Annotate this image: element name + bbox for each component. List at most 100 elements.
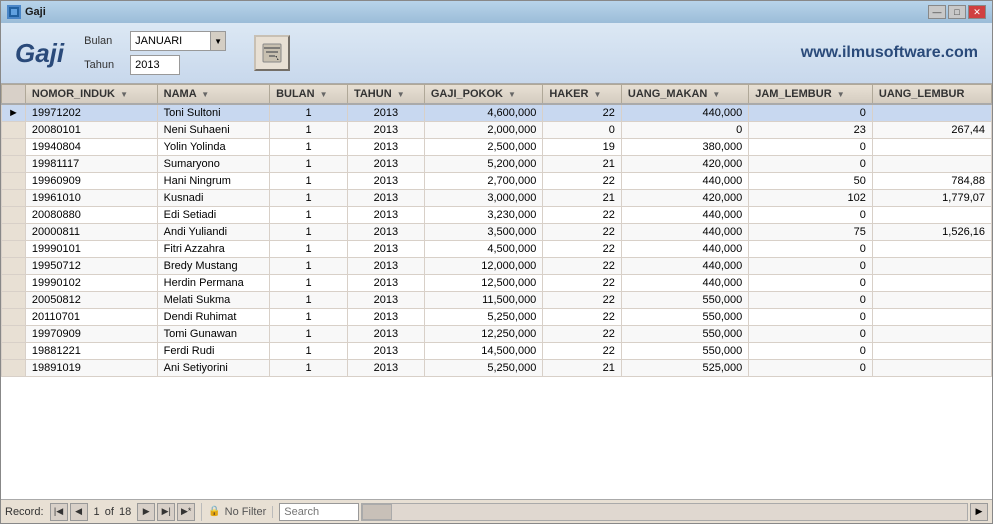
- cell-uang-makan: 550,000: [621, 292, 748, 309]
- cell-nomor-induk: 19970909: [25, 326, 157, 343]
- col-nama[interactable]: NAMA ▼: [157, 85, 269, 105]
- cell-uang-makan: 440,000: [621, 224, 748, 241]
- cell-uang-makan: 440,000: [621, 173, 748, 190]
- new-record-btn[interactable]: ▶*: [177, 503, 195, 521]
- table-row[interactable]: 20000811Andi Yuliandi120133,500,00022440…: [2, 224, 992, 241]
- table-body: ►19971202Toni Sultoni120134,600,00022440…: [2, 104, 992, 377]
- cell-bulan: 1: [270, 104, 348, 122]
- data-table: NOMOR_INDUK ▼ NAMA ▼ BULAN ▼ TAHUN ▼ GAJ…: [1, 84, 992, 377]
- col-haker[interactable]: HAKER ▼: [543, 85, 622, 105]
- col-tahun[interactable]: TAHUN ▼: [347, 85, 424, 105]
- cell-nama: Dendi Ruhimat: [157, 309, 269, 326]
- cell-nama: Herdin Permana: [157, 275, 269, 292]
- window-controls: — □ ✕: [928, 5, 986, 19]
- cell-uang-lembur: [872, 139, 991, 156]
- cell-nama: Edi Setiadi: [157, 207, 269, 224]
- search-input[interactable]: [279, 503, 359, 521]
- table-container[interactable]: NOMOR_INDUK ▼ NAMA ▼ BULAN ▼ TAHUN ▼ GAJ…: [1, 84, 992, 499]
- prev-record-btn[interactable]: ◀: [70, 503, 88, 521]
- cell-uang-makan: 550,000: [621, 326, 748, 343]
- cell-gaji-pokok: 12,000,000: [424, 258, 542, 275]
- cell-jam-lembur: 0: [749, 343, 873, 360]
- cell-uang-lembur: [872, 326, 991, 343]
- cell-gaji-pokok: 12,500,000: [424, 275, 542, 292]
- row-selector: [2, 360, 26, 377]
- table-row[interactable]: ►19971202Toni Sultoni120134,600,00022440…: [2, 104, 992, 122]
- cell-uang-makan: 525,000: [621, 360, 748, 377]
- horizontal-scrollbar[interactable]: [361, 503, 968, 521]
- first-record-btn[interactable]: |◀: [50, 503, 68, 521]
- table-row[interactable]: 19960909Hani Ningrum120132,700,00022440,…: [2, 173, 992, 190]
- table-row[interactable]: 20080880Edi Setiadi120133,230,00022440,0…: [2, 207, 992, 224]
- cell-tahun: 2013: [347, 207, 424, 224]
- table-row[interactable]: 19961010Kusnadi120133,000,00021420,00010…: [2, 190, 992, 207]
- cell-nomor-induk: 19990102: [25, 275, 157, 292]
- table-row[interactable]: 19970909Tomi Gunawan1201312,250,00022550…: [2, 326, 992, 343]
- table-row[interactable]: 20080101Neni Suhaeni120132,000,000002326…: [2, 122, 992, 139]
- cell-jam-lembur: 0: [749, 207, 873, 224]
- cell-nama: Ani Setiyorini: [157, 360, 269, 377]
- maximize-button[interactable]: □: [948, 5, 966, 19]
- record-info: 1 of 18: [90, 506, 136, 518]
- table-row[interactable]: 19891019Ani Setiyorini120135,250,0002152…: [2, 360, 992, 377]
- filter-icon: 🔒: [208, 506, 220, 517]
- data-area: NOMOR_INDUK ▼ NAMA ▼ BULAN ▼ TAHUN ▼ GAJ…: [1, 84, 992, 499]
- cell-nomor-induk: 19990101: [25, 241, 157, 258]
- cell-jam-lembur: 50: [749, 173, 873, 190]
- cell-jam-lembur: 0: [749, 241, 873, 258]
- row-selector: [2, 343, 26, 360]
- filter-button[interactable]: [254, 35, 290, 71]
- cell-nama: Toni Sultoni: [157, 104, 269, 122]
- bulan-dropdown[interactable]: ▼: [130, 31, 226, 51]
- col-uang-makan[interactable]: UANG_MAKAN ▼: [621, 85, 748, 105]
- bulan-label: Bulan: [84, 35, 124, 47]
- cell-tahun: 2013: [347, 190, 424, 207]
- table-row[interactable]: 19940804Yolin Yolinda120132,500,00019380…: [2, 139, 992, 156]
- tahun-input[interactable]: [130, 55, 180, 75]
- record-current: 1: [94, 506, 100, 518]
- hscroll-thumb[interactable]: [362, 504, 392, 520]
- table-row[interactable]: 19881221Ferdi Rudi1201314,500,00022550,0…: [2, 343, 992, 360]
- cell-uang-lembur: [872, 156, 991, 173]
- cell-bulan: 1: [270, 258, 348, 275]
- table-row[interactable]: 19990102Herdin Permana1201312,500,000224…: [2, 275, 992, 292]
- close-button[interactable]: ✕: [968, 5, 986, 19]
- table-row[interactable]: 20050812Melati Sukma1201311,500,00022550…: [2, 292, 992, 309]
- cell-uang-lembur: [872, 275, 991, 292]
- table-row[interactable]: 19990101Fitri Azzahra120134,500,00022440…: [2, 241, 992, 258]
- cell-uang-makan: 440,000: [621, 207, 748, 224]
- cell-tahun: 2013: [347, 104, 424, 122]
- col-nomor-induk[interactable]: NOMOR_INDUK ▼: [25, 85, 157, 105]
- cell-bulan: 1: [270, 360, 348, 377]
- brand-text: www.ilmusoftware.com: [801, 44, 978, 62]
- cell-haker: 19: [543, 139, 622, 156]
- col-jam-lembur[interactable]: JAM_LEMBUR ▼: [749, 85, 873, 105]
- table-row[interactable]: 20110701Dendi Ruhimat120135,250,00022550…: [2, 309, 992, 326]
- col-bulan[interactable]: BULAN ▼: [270, 85, 348, 105]
- cell-uang-lembur: [872, 241, 991, 258]
- cell-gaji-pokok: 5,200,000: [424, 156, 542, 173]
- cell-gaji-pokok: 5,250,000: [424, 309, 542, 326]
- table-row[interactable]: 19950712Bredy Mustang1201312,000,0002244…: [2, 258, 992, 275]
- bulan-input[interactable]: [130, 31, 210, 51]
- cell-uang-lembur: [872, 292, 991, 309]
- next-record-btn[interactable]: ▶: [137, 503, 155, 521]
- cell-haker: 21: [543, 156, 622, 173]
- tahun-label: Tahun: [84, 59, 124, 71]
- last-record-btn[interactable]: ▶|: [157, 503, 175, 521]
- bulan-dropdown-btn[interactable]: ▼: [210, 31, 226, 51]
- table-row[interactable]: 19981117Sumaryono120135,200,00021420,000…: [2, 156, 992, 173]
- col-uang-lembur[interactable]: UANG_LEMBUR: [872, 85, 991, 105]
- cell-haker: 22: [543, 241, 622, 258]
- cell-nama: Sumaryono: [157, 156, 269, 173]
- cell-nomor-induk: 20080101: [25, 122, 157, 139]
- cell-bulan: 1: [270, 326, 348, 343]
- col-gaji-pokok[interactable]: GAJI_POKOK ▼: [424, 85, 542, 105]
- row-selector: [2, 292, 26, 309]
- hscroll-right-btn[interactable]: ▶: [970, 503, 988, 521]
- cell-nomor-induk: 20000811: [25, 224, 157, 241]
- cell-uang-lembur: 1,526,16: [872, 224, 991, 241]
- cell-nama: Neni Suhaeni: [157, 122, 269, 139]
- minimize-button[interactable]: —: [928, 5, 946, 19]
- cell-bulan: 1: [270, 207, 348, 224]
